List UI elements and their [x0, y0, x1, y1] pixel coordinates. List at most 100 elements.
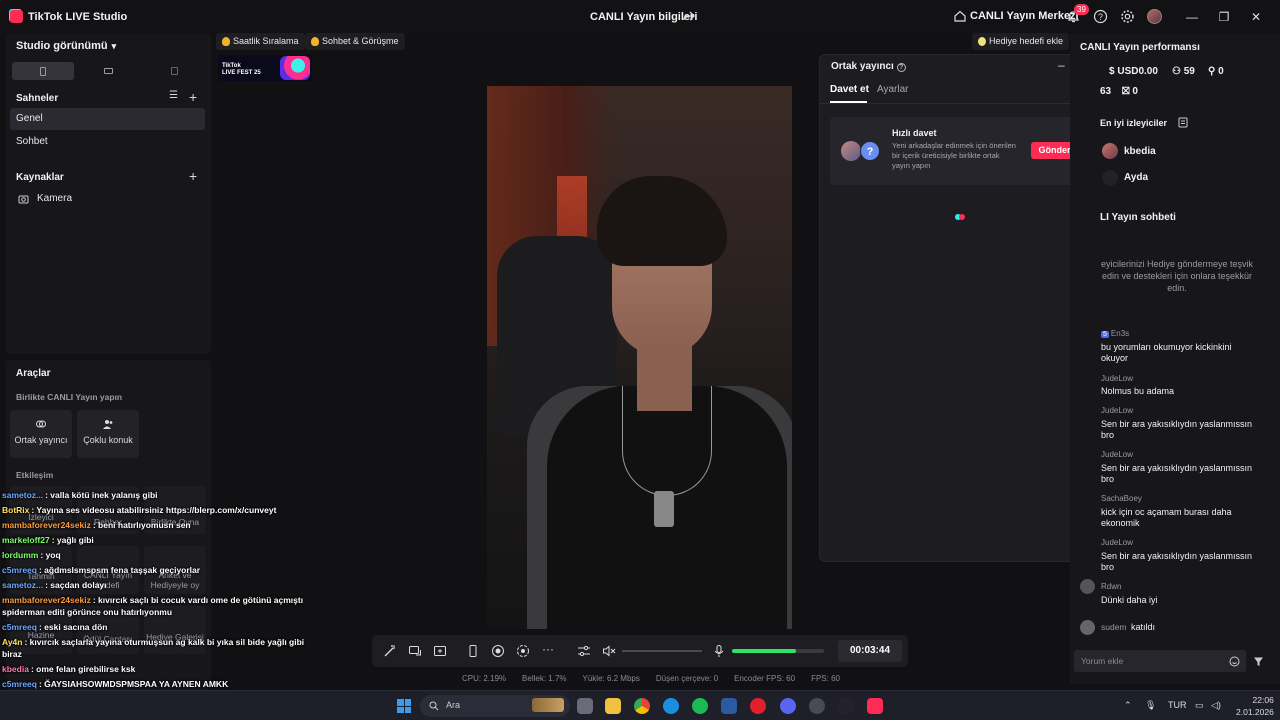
- source-label: Kamera: [37, 193, 73, 204]
- microphone-icon[interactable]: [712, 644, 726, 658]
- tab-settings[interactable]: Ayarlar: [877, 84, 909, 95]
- tab-invite[interactable]: Davet et: [830, 84, 869, 95]
- chat-call-button[interactable]: Sohbet & Görüşme: [305, 33, 405, 50]
- list-icon[interactable]: [1178, 117, 1188, 128]
- live-fest-banner[interactable]: TikTok LIVE FEST 25: [218, 55, 312, 81]
- overlay-chat-text: : Yayına ses videosu atabilirsiniz https…: [31, 505, 277, 515]
- overlay-chat-username: lordumm: [2, 550, 39, 560]
- spotify-icon[interactable]: [692, 698, 708, 714]
- quick-invite-title: Hızlı davet: [892, 128, 937, 138]
- network-icon[interactable]: ▭: [1195, 700, 1204, 711]
- volume-icon[interactable]: ◁): [1211, 700, 1221, 711]
- add-source-icon[interactable]: +: [189, 168, 197, 184]
- overlay-chat-line: markeloff27: yağlı gibi: [2, 535, 94, 545]
- chat-message-text: Nolmus bu adama: [1101, 386, 1175, 396]
- quick-invite-description: Yeni arkadaşlar edinmek için önerilen bi…: [892, 141, 1016, 170]
- terminal-icon[interactable]: [838, 698, 854, 714]
- hourly-ranking-button[interactable]: Saatlik Sıralama: [216, 33, 305, 50]
- co-host-tool-button[interactable]: Ortak yayıncı: [10, 410, 72, 458]
- tray-chevron-icon[interactable]: ⌃: [1124, 700, 1132, 711]
- chrome-icon[interactable]: [634, 698, 650, 714]
- share-icon[interactable]: [682, 9, 696, 23]
- studio-view-dropdown[interactable]: Studio görünümü ▾: [16, 40, 116, 52]
- app-title: TikTok LIVE Studio: [28, 11, 128, 23]
- input-language[interactable]: TUR: [1168, 700, 1187, 710]
- chat-message-user[interactable]: Rdwn: [1101, 582, 1121, 591]
- close-window-icon[interactable]: ✕: [1249, 10, 1263, 24]
- minimize-window-icon[interactable]: —: [1185, 10, 1199, 24]
- person-add-icon: ⚲: [1208, 66, 1219, 77]
- live-center-button[interactable]: CANLI Yayın Merkezi: [954, 10, 1079, 22]
- chat-message-user[interactable]: JudeLow: [1101, 406, 1133, 415]
- portrait-layout-button[interactable]: [12, 62, 74, 80]
- help-icon[interactable]: ?: [1093, 9, 1108, 24]
- creator-avatar: [841, 141, 861, 161]
- top-viewer-name[interactable]: kbedia: [1124, 146, 1156, 157]
- overlay-chat-line: lordumm: yoq: [2, 550, 61, 560]
- overlay-chat-text: : yoq: [40, 550, 61, 560]
- task-view-icon[interactable]: [577, 698, 593, 714]
- record-icon[interactable]: [491, 644, 505, 658]
- scene-item-genel[interactable]: Genel: [10, 108, 205, 130]
- replay-icon[interactable]: [516, 644, 530, 658]
- chat-username: JudeLow: [1101, 450, 1134, 459]
- overlay-chat-line: c5mreeq: ĞAYSIAHSOWMDSPMSPAA YA AYNEN AM…: [2, 679, 228, 689]
- microphone-level-slider[interactable]: [732, 649, 824, 653]
- add-scene-icon[interactable]: +: [189, 89, 197, 105]
- opera-icon[interactable]: [750, 698, 766, 714]
- edge-icon[interactable]: [663, 698, 679, 714]
- gift-icon: ⛝: [1122, 86, 1133, 97]
- screen-add-icon[interactable]: [433, 644, 447, 658]
- scene-item-sohbet[interactable]: Sohbet: [10, 131, 205, 153]
- filter-icon[interactable]: [1253, 656, 1264, 667]
- microphone-level-fill: [732, 649, 797, 653]
- loading-indicator: [955, 214, 966, 220]
- chat-message-user[interactable]: 5 En3s: [1101, 329, 1129, 338]
- title-bar: TikTok LIVE Studio CANLI Yayın bilgileri…: [0, 0, 1280, 34]
- settings-gear-icon[interactable]: [1120, 9, 1135, 24]
- add-gift-goal-button[interactable]: Hediye hedefi ekle: [972, 33, 1070, 50]
- chat-message-user[interactable]: SachaBoey: [1101, 494, 1142, 503]
- phone-icon[interactable]: [466, 644, 480, 658]
- chat-message-user[interactable]: JudeLow: [1101, 374, 1133, 383]
- speaker-muted-icon[interactable]: [602, 644, 616, 658]
- tray-mic-icon[interactable]: 🎙: [1145, 700, 1156, 711]
- app-icon[interactable]: [809, 698, 825, 714]
- emoji-icon[interactable]: [1229, 656, 1240, 667]
- effects-icon[interactable]: [408, 644, 422, 658]
- minimize-popup-icon[interactable]: –: [1058, 58, 1065, 72]
- people-icon: ⚇: [1172, 66, 1184, 77]
- top-viewer-name[interactable]: Ayda: [1124, 172, 1148, 183]
- speaker-volume-slider[interactable]: [622, 650, 702, 652]
- magic-wand-icon[interactable]: [383, 644, 397, 658]
- steam-icon[interactable]: [721, 698, 737, 714]
- comment-input[interactable]: Yorum ekle: [1074, 650, 1246, 672]
- taskbar-search-input[interactable]: Ara: [420, 695, 570, 717]
- system-clock[interactable]: 22:06 2.01.2026: [1236, 694, 1274, 718]
- search-highlight-image: [532, 698, 564, 712]
- home-icon: [954, 10, 966, 22]
- help-icon[interactable]: ?: [896, 63, 906, 72]
- viewer-avatar[interactable]: [1102, 143, 1118, 159]
- scene-list-icon[interactable]: ☰: [169, 90, 178, 101]
- dual-layout-button[interactable]: [143, 62, 205, 80]
- discord-icon[interactable]: [780, 698, 796, 714]
- more-options-icon[interactable]: ···: [542, 642, 556, 656]
- audio-settings-icon[interactable]: [577, 644, 591, 658]
- source-item-camera[interactable]: Kamera: [10, 188, 205, 210]
- tiktok-studio-taskbar-icon[interactable]: [867, 698, 883, 714]
- windows-start-icon[interactable]: [397, 699, 411, 713]
- cpu-stat: CPU: 2.19%: [462, 674, 507, 683]
- live-fest-artwork: [280, 56, 310, 80]
- live-fest-text: TikTok LIVE FEST 25: [222, 63, 261, 77]
- maximize-window-icon[interactable]: ❐: [1217, 10, 1231, 24]
- viewer-avatar[interactable]: [1102, 170, 1118, 186]
- chat-message-user[interactable]: JudeLow: [1101, 538, 1133, 547]
- landscape-layout-button[interactable]: [78, 62, 140, 80]
- user-avatar[interactable]: [1147, 9, 1162, 24]
- chat-message-user[interactable]: JudeLow: [1101, 450, 1133, 459]
- multi-guest-tool-button[interactable]: Çoklu konuk: [77, 410, 139, 458]
- live-center-label: CANLI Yayın Merkezi: [970, 10, 1079, 22]
- top-viewers-title: En iyi izleyiciler: [1100, 118, 1168, 128]
- file-explorer-icon[interactable]: [605, 698, 621, 714]
